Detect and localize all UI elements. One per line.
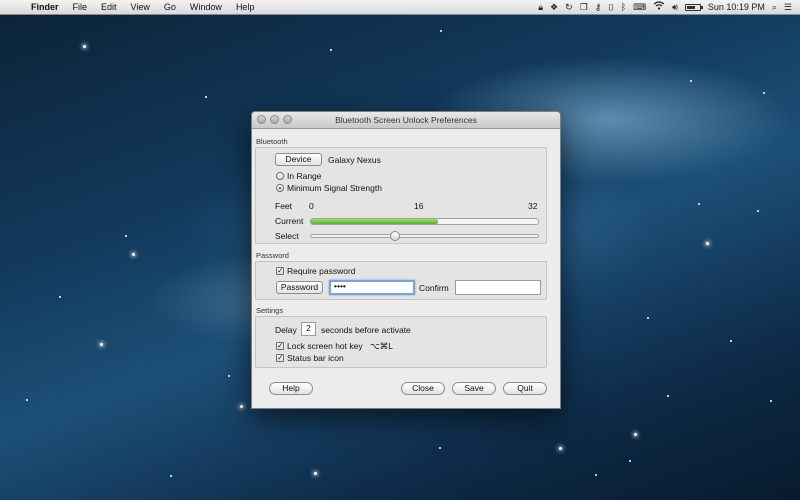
- min-signal-label: Minimum Signal Strength: [287, 183, 382, 193]
- lock-icon[interactable]: 🔒︎: [538, 0, 543, 14]
- scale-max-label: 32: [528, 201, 538, 211]
- document-icon[interactable]: ❐: [580, 0, 588, 14]
- current-signal-meter: [310, 218, 539, 225]
- settings-section-label: Settings: [256, 306, 284, 315]
- bluetooth-group: Device Galaxy Nexus In Range Minimum Sig…: [255, 147, 547, 244]
- menu-file[interactable]: File: [73, 2, 88, 12]
- device-button[interactable]: Device: [275, 153, 322, 166]
- wifi-icon[interactable]: [653, 0, 665, 14]
- save-button[interactable]: Save: [452, 382, 496, 395]
- settings-group: Delay 2 seconds before activate ✓ Lock s…: [255, 316, 547, 368]
- scale-min-label: 0: [309, 201, 314, 211]
- require-password-label: Require password: [287, 266, 356, 276]
- menu-go[interactable]: Go: [164, 2, 176, 12]
- battery-icon[interactable]: [684, 3, 703, 11]
- bluetooth-icon[interactable]: ᛒ: [621, 0, 626, 14]
- password-field[interactable]: ••••: [329, 280, 415, 295]
- zoom-window-button[interactable]: [283, 115, 292, 124]
- menu-window[interactable]: Window: [190, 2, 222, 12]
- sync-icon[interactable]: ↻: [565, 0, 573, 14]
- status-bar-icon-checkbox[interactable]: ✓: [276, 354, 284, 362]
- hotkey-value[interactable]: ⌥⌘L: [370, 341, 393, 352]
- bluetooth-section-label: Bluetooth: [256, 137, 288, 146]
- menu-edit[interactable]: Edit: [101, 2, 117, 12]
- min-signal-radio[interactable]: [276, 184, 284, 192]
- feet-label: Feet: [275, 201, 293, 211]
- menu-view[interactable]: View: [131, 2, 150, 12]
- dropbox-icon[interactable]: ❖: [550, 0, 558, 14]
- select-slider-knob[interactable]: [389, 231, 400, 241]
- in-range-radio[interactable]: [276, 172, 284, 180]
- volume-icon[interactable]: 🔊︎: [672, 0, 678, 14]
- hotkey-label: Lock screen hot key: [287, 341, 363, 351]
- hotkey-checkbox[interactable]: ✓: [276, 342, 284, 350]
- confirm-label: Confirm: [419, 283, 449, 293]
- window-titlebar[interactable]: Bluetooth Screen Unlock Preferences: [252, 112, 560, 129]
- password-group: ✓ Require password Password •••• Confirm: [255, 261, 547, 300]
- menu-bar: Finder File Edit View Go Window Help 🔒︎ …: [0, 0, 800, 15]
- close-button[interactable]: Close: [401, 382, 445, 395]
- require-password-checkbox[interactable]: ✓: [276, 267, 284, 275]
- close-window-button[interactable]: [257, 115, 266, 124]
- delay-suffix-label: seconds before activate: [321, 325, 411, 335]
- keyboard-icon[interactable]: ⌨: [633, 0, 646, 14]
- select-label: Select: [275, 231, 299, 241]
- select-signal-slider[interactable]: [310, 231, 539, 241]
- spotlight-icon[interactable]: ⌕: [772, 0, 777, 14]
- notification-center-icon[interactable]: ☰: [784, 0, 792, 14]
- clock[interactable]: Sun 10:19 PM: [708, 0, 765, 14]
- scale-mid-label: 16: [414, 201, 424, 211]
- delay-seconds-field[interactable]: 2: [301, 322, 316, 336]
- current-signal-fill: [311, 219, 439, 224]
- window-title: Bluetooth Screen Unlock Preferences: [335, 115, 477, 125]
- current-label: Current: [275, 216, 304, 226]
- key-icon[interactable]: ⚷: [595, 0, 602, 14]
- status-bar-icon-label: Status bar icon: [287, 353, 344, 363]
- preferences-window: Bluetooth Screen Unlock Preferences Blue…: [251, 111, 561, 409]
- minimize-window-button[interactable]: [270, 115, 279, 124]
- help-button[interactable]: Help: [269, 382, 313, 395]
- confirm-password-field[interactable]: [455, 280, 541, 295]
- menu-help[interactable]: Help: [236, 2, 255, 12]
- status-area: 🔒︎ ❖ ↻ ❐ ⚷ ⌷ ᛒ ⌨ 🔊︎ Sun 10:19 PM ⌕ ☰: [538, 0, 792, 14]
- password-button[interactable]: Password: [276, 281, 323, 294]
- menu-app-finder[interactable]: Finder: [31, 2, 59, 12]
- quit-button[interactable]: Quit: [503, 382, 547, 395]
- in-range-label: In Range: [287, 171, 322, 181]
- delay-label: Delay: [275, 325, 297, 335]
- device-name: Galaxy Nexus: [328, 155, 381, 165]
- clipboard-icon[interactable]: ⌷: [608, 0, 613, 14]
- password-section-label: Password: [256, 251, 289, 260]
